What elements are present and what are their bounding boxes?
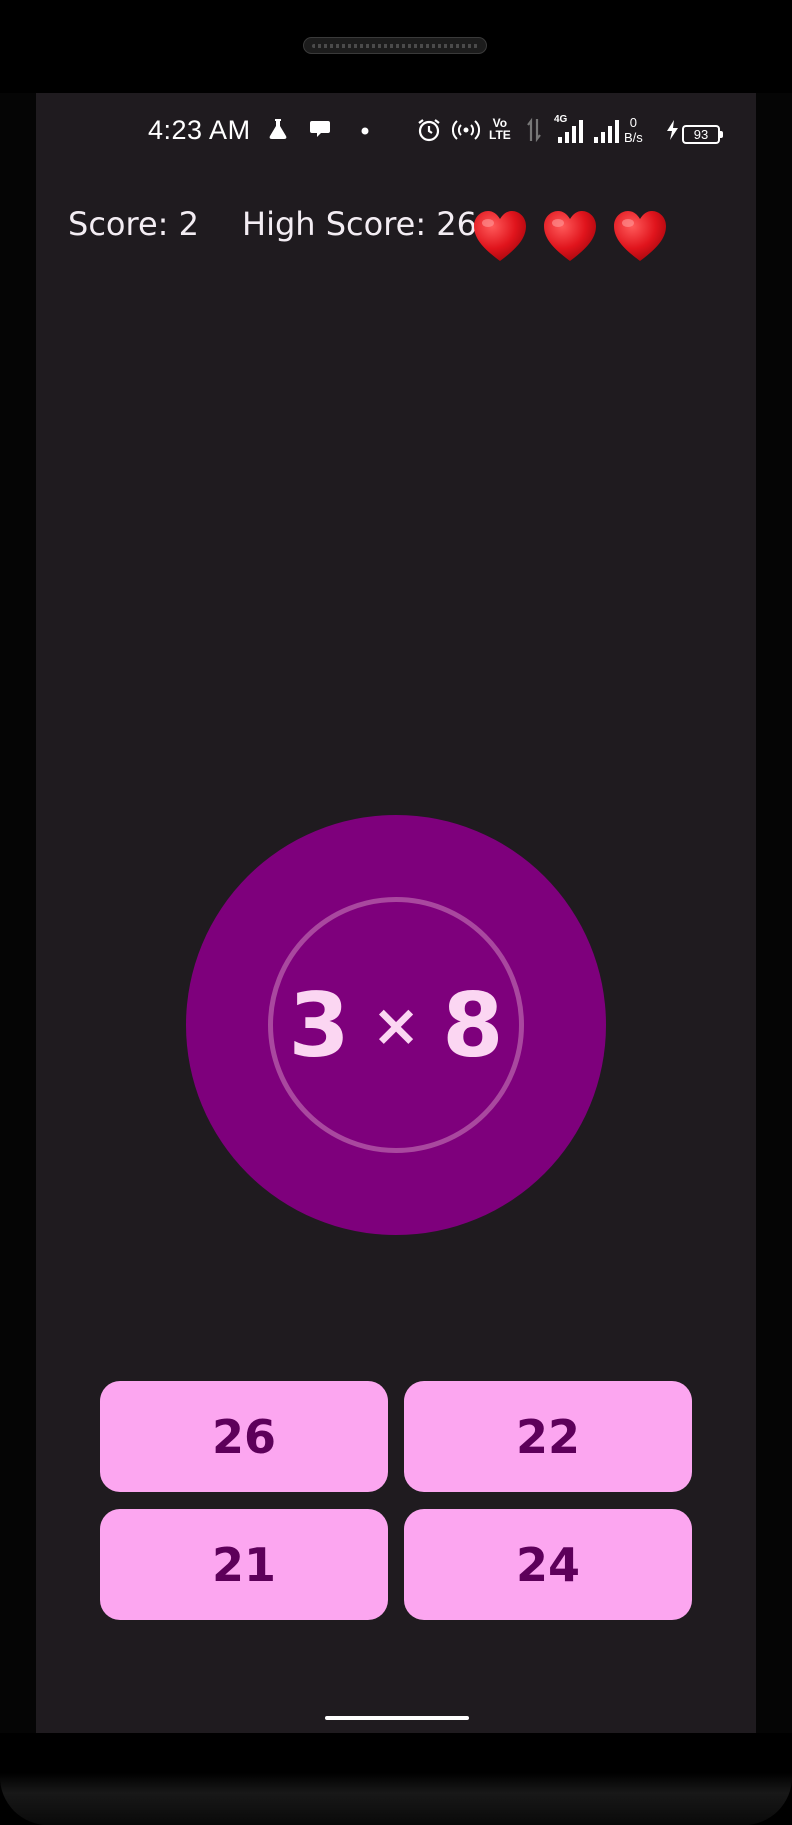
high-score-label: High Score: 26 bbox=[242, 205, 478, 243]
app-screen: 4:23 AM Vo LTE 4G 0 B/s 93 Score: 2 High… bbox=[36, 93, 756, 1733]
status-time: 4:23 AM bbox=[148, 115, 251, 145]
status-bar: 4:23 AM Vo LTE 4G 0 B/s 93 bbox=[36, 93, 756, 173]
score-label: Score: 2 bbox=[68, 205, 199, 243]
answer-button-3[interactable]: 21 bbox=[100, 1509, 388, 1620]
volte-indicator: Vo LTE bbox=[489, 117, 511, 141]
hotspot-icon bbox=[451, 117, 481, 148]
heart-icon bbox=[474, 211, 526, 261]
signal-icon bbox=[558, 117, 588, 143]
phone-frame: 4:23 AM Vo LTE 4G 0 B/s 93 Score: 2 High… bbox=[0, 0, 792, 1825]
problem-circle: 3 × 8 bbox=[186, 815, 606, 1235]
problem-text: 3 × 8 bbox=[186, 815, 606, 1235]
heart-icon bbox=[614, 211, 666, 261]
answer-button-4[interactable]: 24 bbox=[404, 1509, 692, 1620]
heart-icon bbox=[544, 211, 596, 261]
answer-button-1[interactable]: 26 bbox=[100, 1381, 388, 1492]
speed-value: 0 bbox=[629, 115, 638, 130]
data-arrows-icon bbox=[526, 117, 542, 149]
problem-left-operand: 3 bbox=[288, 973, 350, 1077]
network-speed: 0 B/s bbox=[624, 115, 643, 145]
signal-icon-secondary bbox=[594, 117, 624, 143]
notification-dot-icon bbox=[360, 121, 370, 140]
charging-icon bbox=[666, 120, 680, 145]
speed-unit: B/s bbox=[624, 130, 643, 145]
top-bezel bbox=[0, 0, 792, 93]
battery-level: 93 bbox=[693, 127, 709, 142]
volte-line2: LTE bbox=[489, 128, 511, 142]
home-indicator[interactable] bbox=[325, 1716, 469, 1720]
bottom-bezel bbox=[0, 1733, 792, 1825]
earpiece-speaker bbox=[303, 37, 487, 54]
answer-button-2[interactable]: 22 bbox=[404, 1381, 692, 1492]
battery-icon: 93 bbox=[682, 125, 723, 144]
flask-icon bbox=[266, 117, 290, 147]
problem-operator: × bbox=[371, 991, 421, 1059]
problem-right-operand: 8 bbox=[442, 973, 504, 1077]
alarm-icon bbox=[416, 117, 442, 149]
chat-bubble-icon bbox=[308, 117, 332, 147]
